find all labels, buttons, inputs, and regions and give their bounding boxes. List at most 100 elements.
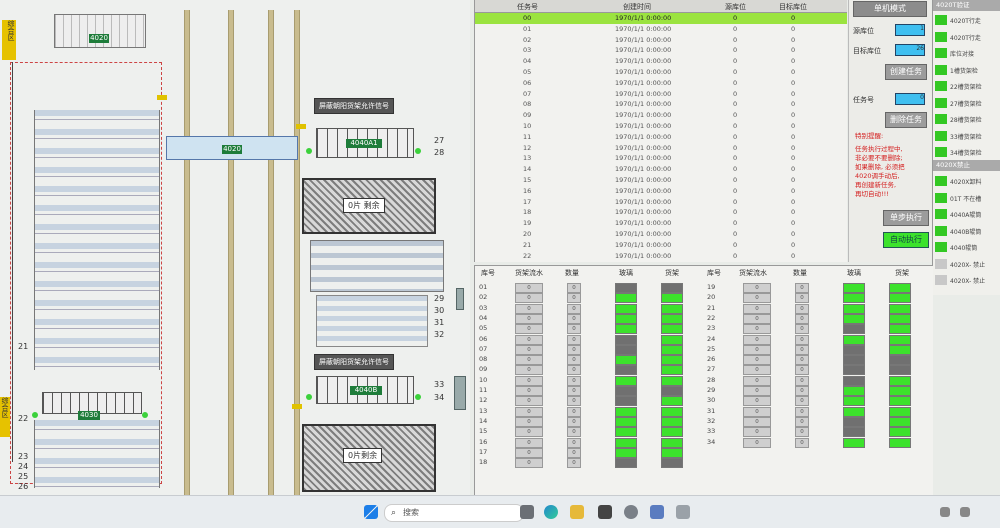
- tray-icon[interactable]: [940, 507, 950, 517]
- task-cell-src: 0: [733, 230, 738, 238]
- src-input[interactable]: 1: [895, 24, 925, 36]
- indicator-dot: [306, 394, 312, 400]
- task-cell-time: 1970/1/1 0:00:00: [615, 154, 672, 163]
- task-row[interactable]: 22 1970/1/1 0:00:00 0 0: [475, 251, 847, 262]
- task-cell-src: 0: [733, 100, 738, 109]
- step-execute-button[interactable]: 单步执行: [883, 210, 929, 226]
- location-number: 26: [707, 355, 716, 364]
- station-top: 4020: [89, 34, 109, 43]
- serial-field[interactable]: 0: [743, 437, 771, 448]
- row-number-21: 21: [18, 342, 29, 351]
- create-task-button[interactable]: 创建任务: [885, 64, 927, 80]
- task-row[interactable]: 00 1970/1/1 0:00:00 0 0: [475, 13, 847, 24]
- task-cell-time: 1970/1/1 0:00:00: [615, 68, 672, 76]
- task-cell-time: 1970/1/1 0:00:00: [615, 14, 672, 22]
- task-row[interactable]: 13 1970/1/1 0:00:00 0 0: [475, 153, 847, 164]
- delete-task-button[interactable]: 删除任务: [885, 112, 927, 128]
- dst-input[interactable]: 26: [895, 44, 925, 56]
- task-row[interactable]: 12 1970/1/1 0:00:00 0 0: [475, 143, 847, 154]
- location-row: 33 0 0: [475, 426, 933, 438]
- location-number: 25: [707, 344, 716, 353]
- location-number: 20: [707, 293, 716, 302]
- status-item: 28槽货架检: [933, 112, 1000, 126]
- task-row[interactable]: 07 1970/1/1 0:00:00 0 0: [475, 89, 847, 100]
- task-row[interactable]: 05 1970/1/1 0:00:00 0 0: [475, 67, 847, 78]
- task-row[interactable]: 10 1970/1/1 0:00:00 0 0: [475, 121, 847, 132]
- row-number-28: 28: [434, 148, 445, 157]
- task-id-input[interactable]: 0: [895, 93, 925, 105]
- qty-field[interactable]: 0: [795, 437, 809, 448]
- task-cell-id: 11: [523, 132, 532, 141]
- loc-header-no-right: 库号: [707, 269, 721, 277]
- app-icon[interactable]: [598, 505, 612, 519]
- rack-middle: [316, 295, 428, 347]
- auto-execute-button[interactable]: 自动执行: [883, 232, 929, 248]
- task-cell-dst: 0: [791, 78, 796, 87]
- status-text: 4020X- 禁止: [950, 261, 986, 269]
- task-row[interactable]: 03 1970/1/1 0:00:00 0 0: [475, 45, 847, 56]
- row-number-30: 30: [434, 306, 445, 315]
- location-number: 33: [707, 427, 716, 436]
- location-row: 24 0 0: [475, 334, 933, 345]
- location-number: 34: [707, 437, 716, 446]
- status-item: 4040辊筒: [933, 240, 1000, 254]
- file-explorer-icon[interactable]: [570, 505, 584, 519]
- task-cell-dst: 0: [791, 68, 796, 76]
- task-cell-src: 0: [733, 165, 738, 174]
- shield-signal-button-2[interactable]: 屏蔽朝阳货架允许信号: [314, 354, 394, 370]
- task-row[interactable]: 08 1970/1/1 0:00:00 0 0: [475, 99, 847, 110]
- task-cell-dst: 0: [791, 186, 796, 195]
- rail-2: [228, 10, 234, 495]
- task-cell-dst: 0: [791, 132, 796, 141]
- app-icon-3[interactable]: [676, 505, 690, 519]
- task-row[interactable]: 14 1970/1/1 0:00:00 0 0: [475, 164, 847, 175]
- task-cell-time: 1970/1/1 0:00:00: [615, 251, 672, 260]
- task-row[interactable]: 20 1970/1/1 0:00:00 0 0: [475, 229, 847, 240]
- task-id-label: 任务号: [853, 96, 874, 104]
- settings-gear-icon[interactable]: [624, 505, 638, 519]
- status-indicator: [935, 81, 947, 91]
- search-input[interactable]: 搜索: [384, 504, 524, 522]
- task-row[interactable]: 11 1970/1/1 0:00:00 0 0: [475, 132, 847, 143]
- status-item: 4020X- 禁止: [933, 273, 1000, 287]
- location-row: 29 0 0: [475, 385, 933, 396]
- start-icon[interactable]: [364, 505, 378, 519]
- task-cell-id: 08: [523, 100, 532, 109]
- location-row: 34 0 0: [475, 437, 933, 448]
- task-cell-dst: 0: [791, 46, 796, 55]
- task-row[interactable]: 04 1970/1/1 0:00:00 0 0: [475, 56, 847, 67]
- task-row[interactable]: 01 1970/1/1 0:00:00 0 0: [475, 24, 847, 35]
- task-cell-src: 0: [733, 111, 738, 120]
- task-cell-time: 1970/1/1 0:00:00: [615, 122, 672, 130]
- task-cell-src: 0: [733, 24, 738, 33]
- task-row[interactable]: 06 1970/1/1 0:00:00 0 0: [475, 78, 847, 89]
- indicator-dot: [415, 148, 421, 154]
- task-row[interactable]: 21 1970/1/1 0:00:00 0 0: [475, 240, 847, 251]
- indicator-dot: [32, 412, 38, 418]
- task-cell-id: 13: [523, 154, 532, 163]
- shield-signal-button-1[interactable]: 屏蔽朝阳货架允许信号: [314, 98, 394, 114]
- task-row[interactable]: 09 1970/1/1 0:00:00 0 0: [475, 110, 847, 121]
- task-row[interactable]: 17 1970/1/1 0:00:00 0 0: [475, 197, 847, 208]
- location-number: 28: [707, 375, 716, 384]
- task-row[interactable]: 16 1970/1/1 0:00:00 0 0: [475, 186, 847, 197]
- serial-field[interactable]: 0: [515, 458, 543, 469]
- qty-field[interactable]: 0: [567, 458, 581, 469]
- loc-header-glass-left: 玻璃: [619, 269, 633, 277]
- conveyor-middle: [310, 240, 444, 292]
- edge-browser-icon[interactable]: [544, 505, 558, 519]
- tray-icon-2[interactable]: [960, 507, 970, 517]
- loc-header-qty-left: 数量: [565, 269, 579, 277]
- task-row[interactable]: 18 1970/1/1 0:00:00 0 0: [475, 207, 847, 218]
- task-row[interactable]: 15 1970/1/1 0:00:00 0 0: [475, 175, 847, 186]
- task-row[interactable]: 02 1970/1/1 0:00:00 0 0: [475, 35, 847, 46]
- task-row[interactable]: 19 1970/1/1 0:00:00 0 0: [475, 218, 847, 229]
- status-indicator: [935, 15, 947, 25]
- status-indicator: [935, 209, 947, 219]
- task-view-icon[interactable]: [520, 505, 534, 519]
- task-cell-id: 17: [523, 197, 532, 206]
- app-icon-2[interactable]: [650, 505, 664, 519]
- location-number: 29: [707, 386, 716, 394]
- status-text: 28槽货架检: [950, 117, 982, 124]
- task-cell-time: 1970/1/1 0:00:00: [615, 240, 672, 249]
